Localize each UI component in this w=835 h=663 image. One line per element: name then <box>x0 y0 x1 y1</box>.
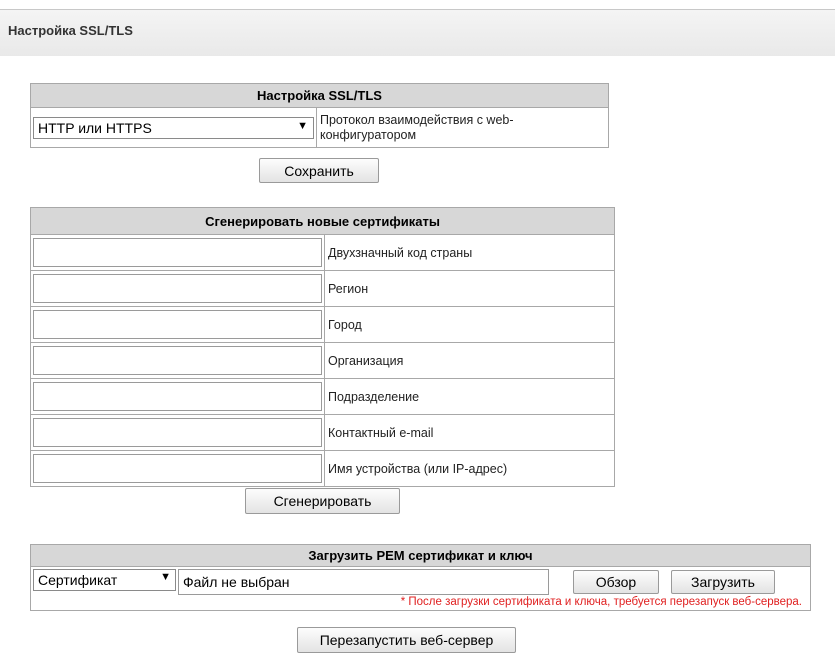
cert-type-select[interactable]: Сертификат ▼ <box>33 569 176 591</box>
generate-certs-header: Сгенерировать новые сертификаты <box>30 207 615 235</box>
browse-button[interactable]: Обзор <box>573 570 659 594</box>
dropdown-arrow-icon: ▼ <box>297 119 308 132</box>
page-title: Настройка SSL/TLS <box>8 23 133 38</box>
upload-pem-header: Загрузить PEM сертификат и ключ <box>30 544 811 567</box>
country-code-input[interactable] <box>33 238 322 267</box>
protocol-select-value: HTTP или HTTPS <box>38 119 152 136</box>
restart-warning: * После загрузки сертификата и ключа, тр… <box>400 596 802 608</box>
file-status: Файл не выбран <box>183 574 290 590</box>
department-input[interactable] <box>33 382 322 411</box>
restart-webserver-button[interactable]: Перезапустить веб-сервер <box>297 627 516 653</box>
department-label: Подразделение <box>324 378 615 415</box>
organization-label: Организация <box>324 342 615 379</box>
dropdown-arrow-icon: ▼ <box>160 571 171 583</box>
generate-button[interactable]: Сгенерировать <box>245 488 400 514</box>
ssl-settings-header: Настройка SSL/TLS <box>30 83 609 108</box>
device-name-input[interactable] <box>33 454 322 483</box>
region-label: Регион <box>324 270 615 307</box>
save-button[interactable]: Сохранить <box>259 158 379 183</box>
organization-input[interactable] <box>33 346 322 375</box>
city-input[interactable] <box>33 310 322 339</box>
file-chooser-field[interactable]: Файл не выбран <box>178 569 549 595</box>
email-input[interactable] <box>33 418 322 447</box>
upload-button[interactable]: Загрузить <box>671 570 775 594</box>
upload-pem-table: Загрузить PEM сертификат и ключ Сертифик… <box>30 544 811 611</box>
cert-type-value: Сертификат <box>38 572 118 588</box>
region-input[interactable] <box>33 274 322 303</box>
device-name-label: Имя устройства (или IP-адрес) <box>324 450 615 487</box>
city-label: Город <box>324 306 615 343</box>
protocol-select[interactable]: HTTP или HTTPS ▼ <box>33 116 314 139</box>
email-label: Контактный e-mail <box>324 414 615 451</box>
generate-certs-table: Сгенерировать новые сертификаты Двухзнач… <box>30 207 615 487</box>
protocol-label: Протокол взаимодействия с web-конфигурат… <box>316 107 609 148</box>
ssl-settings-table: Настройка SSL/TLS HTTP или HTTPS ▼ Прото… <box>30 83 609 148</box>
country-code-label: Двухзначный код страны <box>324 234 615 271</box>
